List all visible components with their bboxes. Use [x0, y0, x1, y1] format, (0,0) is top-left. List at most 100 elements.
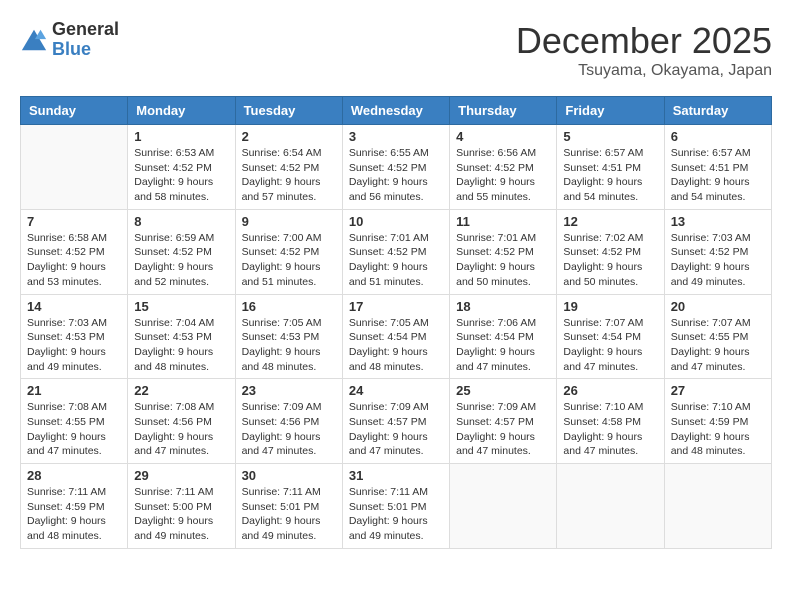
- logo-blue-text: Blue: [52, 40, 119, 60]
- day-info: Sunrise: 7:03 AMSunset: 4:53 PMDaylight:…: [27, 316, 121, 375]
- day-number: 27: [671, 383, 765, 398]
- calendar-cell: [664, 464, 771, 549]
- logo-text: General Blue: [52, 20, 119, 60]
- day-info: Sunrise: 7:08 AMSunset: 4:56 PMDaylight:…: [134, 400, 228, 459]
- day-info: Sunrise: 6:54 AMSunset: 4:52 PMDaylight:…: [242, 146, 336, 205]
- day-number: 23: [242, 383, 336, 398]
- header-saturday: Saturday: [664, 97, 771, 125]
- calendar-cell: 4 Sunrise: 6:56 AMSunset: 4:52 PMDaylight…: [450, 125, 557, 210]
- day-info: Sunrise: 7:07 AMSunset: 4:54 PMDaylight:…: [563, 316, 657, 375]
- calendar-table: SundayMondayTuesdayWednesdayThursdayFrid…: [20, 96, 772, 549]
- day-info: Sunrise: 7:10 AMSunset: 4:58 PMDaylight:…: [563, 400, 657, 459]
- calendar-cell: 2 Sunrise: 6:54 AMSunset: 4:52 PMDaylight…: [235, 125, 342, 210]
- day-number: 7: [27, 214, 121, 229]
- day-number: 17: [349, 299, 443, 314]
- calendar-cell: 22 Sunrise: 7:08 AMSunset: 4:56 PMDayligh…: [128, 379, 235, 464]
- day-number: 12: [563, 214, 657, 229]
- day-info: Sunrise: 7:07 AMSunset: 4:55 PMDaylight:…: [671, 316, 765, 375]
- logo-general-text: General: [52, 20, 119, 40]
- logo: General Blue: [20, 20, 119, 60]
- day-number: 28: [27, 468, 121, 483]
- day-number: 21: [27, 383, 121, 398]
- calendar-cell: 29 Sunrise: 7:11 AMSunset: 5:00 PMDayligh…: [128, 464, 235, 549]
- calendar-cell: 26 Sunrise: 7:10 AMSunset: 4:58 PMDayligh…: [557, 379, 664, 464]
- calendar-cell: 11Sunrise: 7:01 AMSunset: 4:52 PMDayligh…: [450, 209, 557, 294]
- day-number: 16: [242, 299, 336, 314]
- day-number: 3: [349, 129, 443, 144]
- day-number: 20: [671, 299, 765, 314]
- calendar-cell: [557, 464, 664, 549]
- day-info: Sunrise: 6:57 AMSunset: 4:51 PMDaylight:…: [563, 146, 657, 205]
- calendar-week-row: 7 Sunrise: 6:58 AMSunset: 4:52 PMDaylight…: [21, 209, 772, 294]
- day-number: 13: [671, 214, 765, 229]
- header-sunday: Sunday: [21, 97, 128, 125]
- day-number: 9: [242, 214, 336, 229]
- calendar-cell: 5 Sunrise: 6:57 AMSunset: 4:51 PMDaylight…: [557, 125, 664, 210]
- day-info: Sunrise: 7:11 AMSunset: 5:01 PMDaylight:…: [242, 485, 336, 544]
- day-number: 26: [563, 383, 657, 398]
- calendar-cell: 10 Sunrise: 7:01 AMSunset: 4:52 PMDayligh…: [342, 209, 449, 294]
- month-title: December 2025: [516, 20, 772, 62]
- header-tuesday: Tuesday: [235, 97, 342, 125]
- location: Tsuyama, Okayama, Japan: [516, 62, 772, 80]
- day-number: 2: [242, 129, 336, 144]
- calendar-week-row: 1Sunrise: 6:53 AMSunset: 4:52 PMDaylight…: [21, 125, 772, 210]
- calendar-cell: 8 Sunrise: 6:59 AMSunset: 4:52 PMDaylight…: [128, 209, 235, 294]
- calendar-cell: 25 Sunrise: 7:09 AMSunset: 4:57 PMDayligh…: [450, 379, 557, 464]
- calendar-cell: 24Sunrise: 7:09 AMSunset: 4:57 PMDayligh…: [342, 379, 449, 464]
- day-number: 19: [563, 299, 657, 314]
- day-number: 25: [456, 383, 550, 398]
- header-monday: Monday: [128, 97, 235, 125]
- day-number: 11: [456, 214, 550, 229]
- calendar-week-row: 21 Sunrise: 7:08 AMSunset: 4:55 PMDayligh…: [21, 379, 772, 464]
- day-info: Sunrise: 7:09 AMSunset: 4:57 PMDaylight:…: [349, 400, 443, 459]
- day-number: 5: [563, 129, 657, 144]
- day-number: 22: [134, 383, 228, 398]
- header-thursday: Thursday: [450, 97, 557, 125]
- day-info: Sunrise: 7:09 AMSunset: 4:56 PMDaylight:…: [242, 400, 336, 459]
- header-wednesday: Wednesday: [342, 97, 449, 125]
- day-info: Sunrise: 6:57 AMSunset: 4:51 PMDaylight:…: [671, 146, 765, 205]
- calendar-cell: 19 Sunrise: 7:07 AMSunset: 4:54 PMDayligh…: [557, 294, 664, 379]
- day-number: 18: [456, 299, 550, 314]
- day-number: 8: [134, 214, 228, 229]
- calendar-cell: 17Sunrise: 7:05 AMSunset: 4:54 PMDayligh…: [342, 294, 449, 379]
- calendar-cell: [450, 464, 557, 549]
- day-number: 14: [27, 299, 121, 314]
- day-info: Sunrise: 6:56 AMSunset: 4:52 PMDaylight:…: [456, 146, 550, 205]
- day-info: Sunrise: 7:10 AMSunset: 4:59 PMDaylight:…: [671, 400, 765, 459]
- calendar-cell: 13Sunrise: 7:03 AMSunset: 4:52 PMDayligh…: [664, 209, 771, 294]
- calendar-cell: 6Sunrise: 6:57 AMSunset: 4:51 PMDaylight…: [664, 125, 771, 210]
- day-number: 29: [134, 468, 228, 483]
- day-info: Sunrise: 7:06 AMSunset: 4:54 PMDaylight:…: [456, 316, 550, 375]
- calendar-cell: 30 Sunrise: 7:11 AMSunset: 5:01 PMDayligh…: [235, 464, 342, 549]
- calendar-cell: 18 Sunrise: 7:06 AMSunset: 4:54 PMDayligh…: [450, 294, 557, 379]
- title-area: December 2025 Tsuyama, Okayama, Japan: [516, 20, 772, 80]
- day-info: Sunrise: 7:09 AMSunset: 4:57 PMDaylight:…: [456, 400, 550, 459]
- day-number: 30: [242, 468, 336, 483]
- day-info: Sunrise: 6:59 AMSunset: 4:52 PMDaylight:…: [134, 231, 228, 290]
- day-number: 4: [456, 129, 550, 144]
- calendar-cell: 1Sunrise: 6:53 AMSunset: 4:52 PMDaylight…: [128, 125, 235, 210]
- calendar-cell: 27 Sunrise: 7:10 AMSunset: 4:59 PMDayligh…: [664, 379, 771, 464]
- calendar-cell: 28 Sunrise: 7:11 AMSunset: 4:59 PMDayligh…: [21, 464, 128, 549]
- day-info: Sunrise: 7:11 AMSunset: 5:00 PMDaylight:…: [134, 485, 228, 544]
- day-number: 31: [349, 468, 443, 483]
- calendar-week-row: 14 Sunrise: 7:03 AMSunset: 4:53 PMDayligh…: [21, 294, 772, 379]
- calendar-week-row: 28 Sunrise: 7:11 AMSunset: 4:59 PMDayligh…: [21, 464, 772, 549]
- calendar-header-row: SundayMondayTuesdayWednesdayThursdayFrid…: [21, 97, 772, 125]
- day-info: Sunrise: 7:04 AMSunset: 4:53 PMDaylight:…: [134, 316, 228, 375]
- day-info: Sunrise: 6:58 AMSunset: 4:52 PMDaylight:…: [27, 231, 121, 290]
- calendar-cell: [21, 125, 128, 210]
- day-info: Sunrise: 7:08 AMSunset: 4:55 PMDaylight:…: [27, 400, 121, 459]
- calendar-cell: 16 Sunrise: 7:05 AMSunset: 4:53 PMDayligh…: [235, 294, 342, 379]
- day-info: Sunrise: 7:01 AMSunset: 4:52 PMDaylight:…: [349, 231, 443, 290]
- day-info: Sunrise: 7:05 AMSunset: 4:53 PMDaylight:…: [242, 316, 336, 375]
- calendar-cell: 3Sunrise: 6:55 AMSunset: 4:52 PMDaylight…: [342, 125, 449, 210]
- day-info: Sunrise: 7:11 AMSunset: 4:59 PMDaylight:…: [27, 485, 121, 544]
- calendar-cell: 14 Sunrise: 7:03 AMSunset: 4:53 PMDayligh…: [21, 294, 128, 379]
- calendar-cell: 7 Sunrise: 6:58 AMSunset: 4:52 PMDaylight…: [21, 209, 128, 294]
- day-number: 10: [349, 214, 443, 229]
- day-info: Sunrise: 7:00 AMSunset: 4:52 PMDaylight:…: [242, 231, 336, 290]
- header-friday: Friday: [557, 97, 664, 125]
